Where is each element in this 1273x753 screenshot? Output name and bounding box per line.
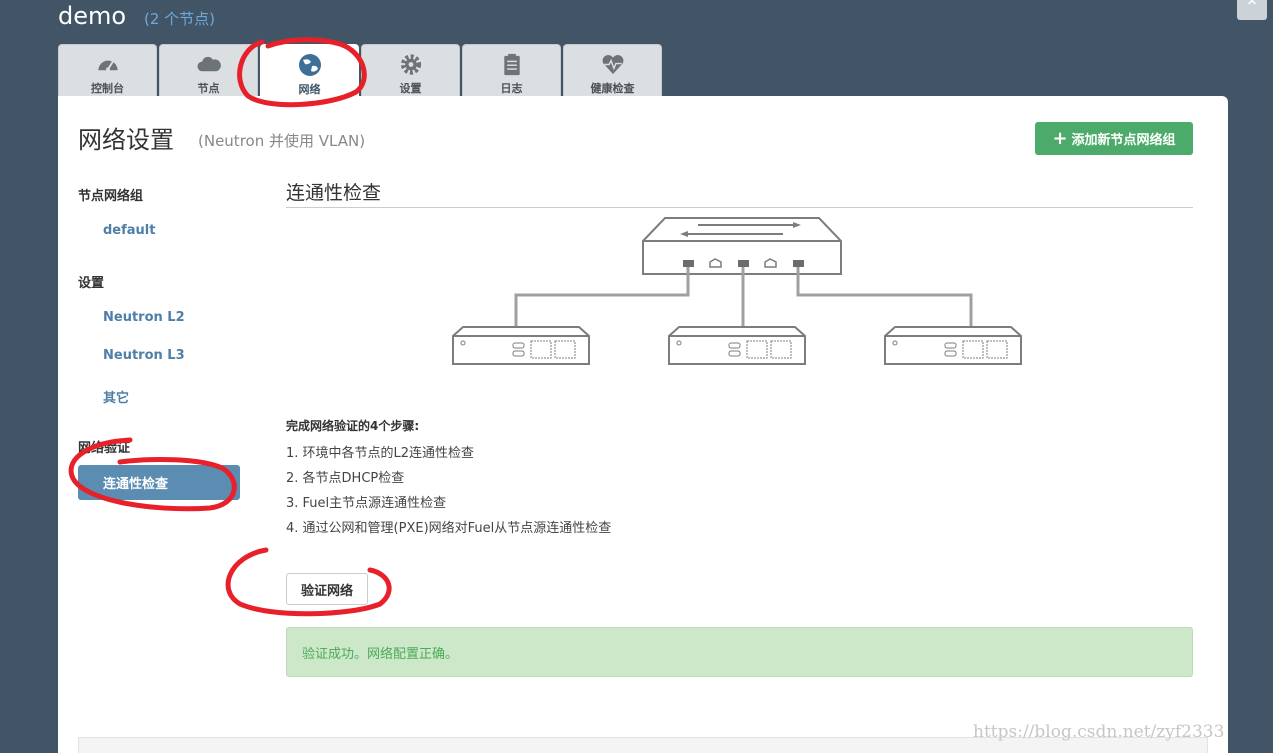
tab-nodes[interactable]: 节点 (159, 44, 258, 96)
gear-icon (400, 54, 421, 75)
server-icon (884, 326, 1022, 365)
env-node-count: (2 个节点) (144, 10, 216, 28)
tab-dashboard[interactable]: 控制台 (58, 44, 157, 96)
add-button-label: 添加新节点网络组 (1071, 133, 1176, 148)
close-button[interactable]: ⌃ (1237, 0, 1267, 20)
page-title: 网络设置 (78, 126, 174, 154)
section-title: 连通性检查 (286, 178, 1193, 208)
heartbeat-icon (602, 55, 623, 75)
switch-icon (642, 217, 842, 275)
plus-icon: + (1052, 128, 1068, 149)
step-item: 2. 各节点DHCP检查 (286, 471, 405, 486)
tab-logs[interactable]: 日志 (462, 44, 561, 96)
steps-title: 完成网络验证的4个步骤: (286, 419, 420, 433)
env-title: demo (58, 2, 127, 30)
tab-label: 节点 (197, 82, 220, 95)
chevron-icon: ⌃ (1244, 0, 1260, 18)
globe-icon (298, 54, 321, 76)
sidebar-item-neutron-l3[interactable]: Neutron L3 (103, 348, 185, 363)
step-item: 1. 环境中各节点的L2连通性检查 (286, 446, 475, 461)
tab-health-check[interactable]: 健康检查 (563, 44, 662, 96)
sidebar-item-neutron-l2[interactable]: Neutron L2 (103, 310, 185, 325)
sidebar-heading-node-groups: 节点网络组 (78, 189, 144, 204)
tab-label: 日志 (500, 82, 523, 95)
tab-label: 控制台 (91, 82, 124, 95)
watermark: https://blog.csdn.net/zyf2333 (973, 722, 1225, 742)
success-alert: 验证成功。网络配置正确。 (286, 627, 1193, 677)
tab-settings[interactable]: 设置 (361, 44, 460, 96)
dashboard-icon (97, 60, 118, 72)
sidebar-heading-network-verification: 网络验证 (78, 441, 131, 456)
tab-network[interactable]: 网络 (260, 44, 359, 98)
sidebar-item-connectivity-check[interactable]: 连通性检查 (78, 465, 240, 500)
server-icon (668, 326, 806, 365)
cloud-icon (196, 56, 221, 72)
tab-label: 网络 (298, 83, 321, 96)
tab-label: 设置 (399, 82, 422, 95)
page-subtitle: (Neutron 并使用 VLAN) (198, 132, 366, 150)
verify-network-button[interactable]: 验证网络 (286, 573, 368, 605)
clipboard-icon (503, 53, 520, 76)
sidebar-item-default[interactable]: default (103, 223, 155, 238)
main-panel: 网络设置 (Neutron 并使用 VLAN) + 添加新节点网络组 节点网络组… (58, 96, 1228, 753)
sidebar-item-other[interactable]: 其它 (103, 387, 129, 406)
network-topology-diagram (452, 217, 1022, 365)
cables (514, 267, 973, 327)
server-icon (452, 326, 590, 365)
step-item: 4. 通过公网和管理(PXE)网络对Fuel从节点源连通性检查 (286, 521, 612, 536)
sidebar-heading-settings: 设置 (78, 276, 105, 291)
step-item: 3. Fuel主节点源连通性检查 (286, 496, 447, 511)
tab-label: 健康检查 (590, 82, 635, 95)
add-node-network-group-button[interactable]: + 添加新节点网络组 (1035, 122, 1193, 155)
